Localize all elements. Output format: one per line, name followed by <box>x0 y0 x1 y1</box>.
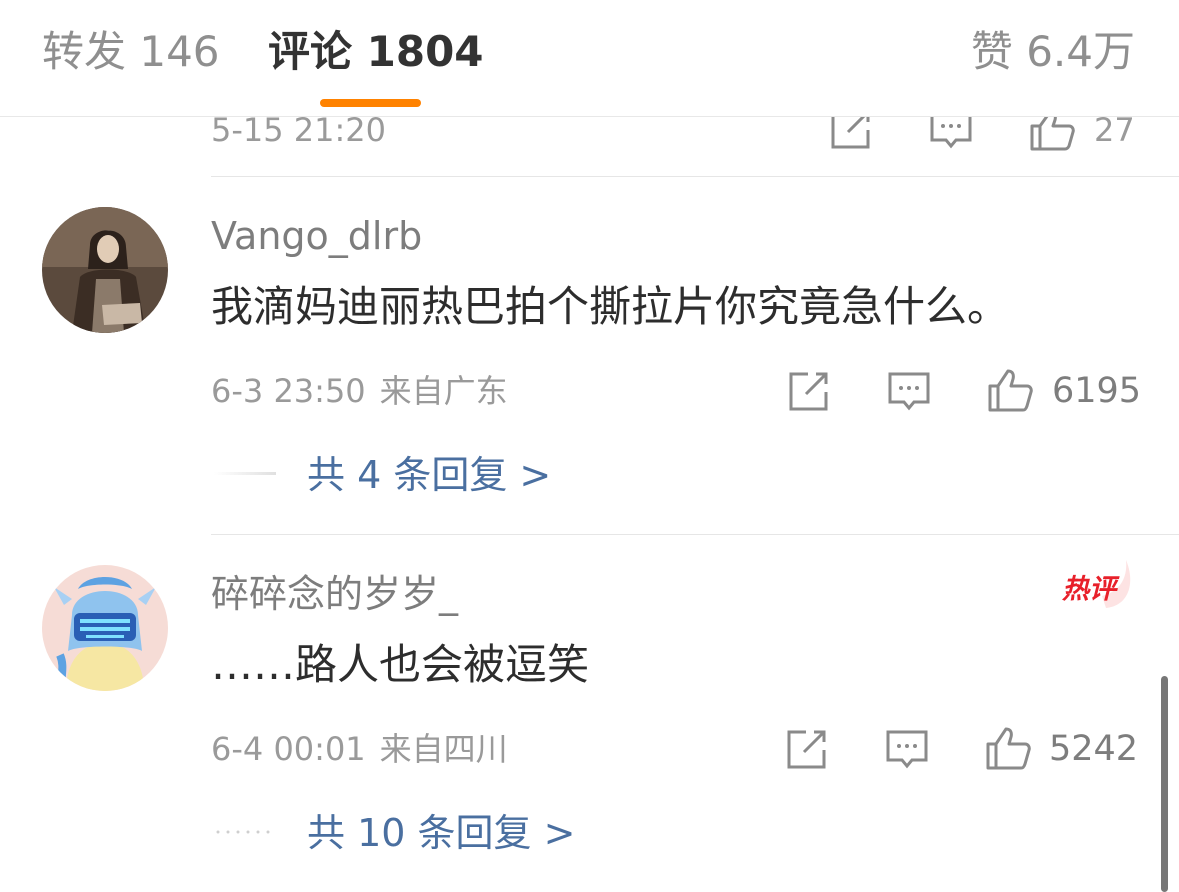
avatar-image <box>42 565 168 691</box>
comment-text: 我滴妈迪丽热巴拍个撕拉片你究竟急什么。 <box>211 282 1010 331</box>
thumbs-up-icon[interactable] <box>1028 116 1076 152</box>
comment-meta: 6-4 00:01 来自四川 <box>211 727 508 771</box>
comment-location: 来自广东 <box>379 372 508 410</box>
active-tab-indicator <box>320 99 421 107</box>
comment-time: 6-4 00:01 <box>211 730 366 768</box>
tab-repost[interactable]: 转发 146 <box>42 22 220 82</box>
avatar[interactable] <box>42 207 168 333</box>
view-replies-link[interactable]: 共 10 条回复 > <box>307 808 575 858</box>
comment-icon[interactable] <box>928 116 974 152</box>
share-icon[interactable] <box>786 370 830 414</box>
thumbs-up-icon[interactable] <box>984 725 1032 771</box>
like-count: 27 <box>1094 116 1135 149</box>
hot-comment-badge: 热评 <box>1061 560 1131 608</box>
share-icon[interactable] <box>828 116 872 152</box>
comment-item: Vango_dlrb 我滴妈迪丽热巴拍个撕拉片你究竟急什么。 6-3 23:50… <box>0 176 1179 534</box>
tab-bar: 转发 146 评论 1804 赞 6.4万 <box>0 0 1179 117</box>
reply-divider-line <box>216 830 270 834</box>
comment-text: ……路人也会被逗笑 <box>211 640 590 689</box>
like-count: 6195 <box>1052 371 1142 411</box>
avatar-image <box>42 207 168 333</box>
comment-item: 碎碎念的岁岁_ 热评 ……路人也会被逗笑 6-4 00:01 来自四川 5242 … <box>0 534 1179 892</box>
comment-icon[interactable] <box>886 370 932 414</box>
previous-comment-footer: 5-15 21:20 27 <box>0 116 1179 176</box>
comment-username[interactable]: Vango_dlrb <box>211 211 422 261</box>
comment-time: 6-3 23:50 <box>211 372 366 410</box>
comment-username[interactable]: 碎碎念的岁岁_ <box>211 569 458 619</box>
view-replies-link[interactable]: 共 4 条回复 > <box>307 450 551 500</box>
comments-page: 转发 146 评论 1804 赞 6.4万 5-15 21:20 27 Vang… <box>0 0 1179 892</box>
avatar[interactable] <box>42 565 168 691</box>
tab-comment[interactable]: 评论 1804 <box>268 22 484 82</box>
thumbs-up-icon[interactable] <box>986 367 1034 413</box>
share-icon[interactable] <box>784 728 828 772</box>
hot-badge-label: 热评 <box>1061 574 1120 605</box>
scrollbar[interactable] <box>1161 676 1168 892</box>
comment-meta: 6-3 23:50 来自广东 <box>211 369 508 413</box>
reply-divider-line <box>214 472 276 475</box>
tab-like[interactable]: 赞 6.4万 <box>971 22 1135 82</box>
comment-icon[interactable] <box>884 728 930 772</box>
comment-location: 来自四川 <box>379 730 508 768</box>
like-count: 5242 <box>1049 729 1139 769</box>
comment-time: 5-15 21:20 <box>211 116 387 149</box>
